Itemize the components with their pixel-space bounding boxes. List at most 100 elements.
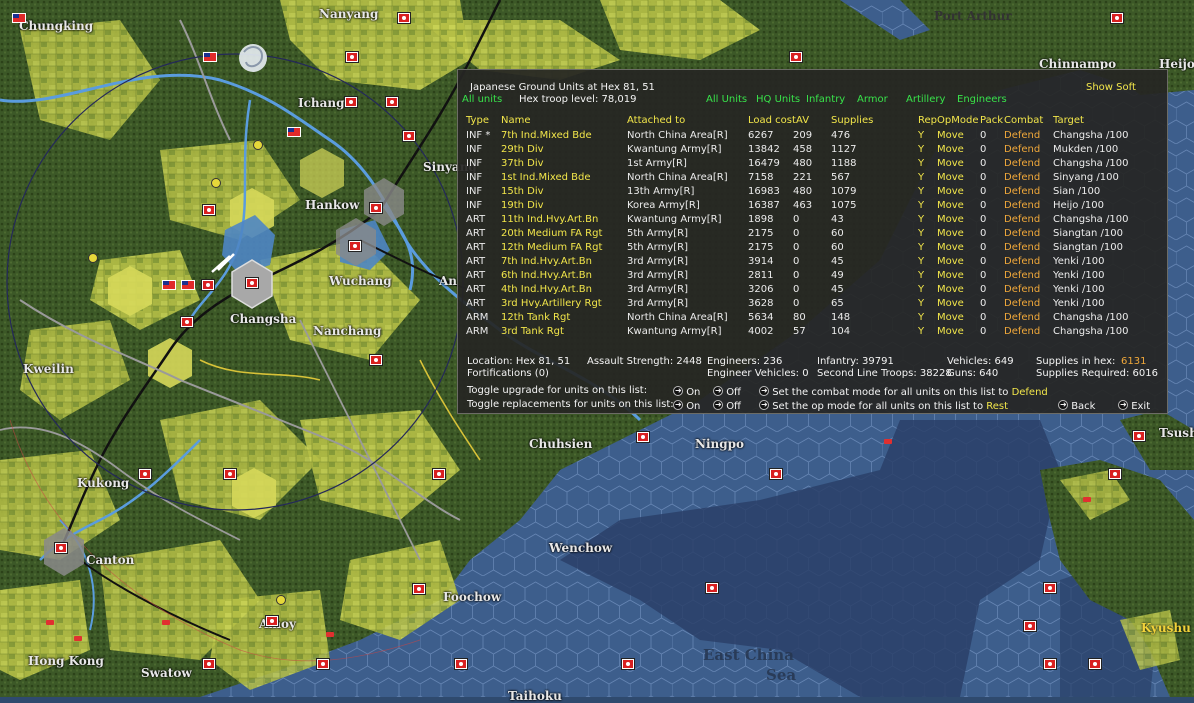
japanese-unit-flag[interactable]	[386, 97, 398, 107]
unit-opmode[interactable]: Move	[937, 227, 964, 241]
unit-row[interactable]: ART 3rd Hvy.Artillery Rgt 3rd Army[R] 3628 0…	[458, 297, 1158, 311]
japanese-unit-flag[interactable]	[403, 131, 415, 141]
unit-row[interactable]: INF 15th Div 13th Army[R] 16983 480 1079 Y Move…	[458, 185, 1158, 199]
japanese-unit-flag[interactable]	[139, 469, 151, 479]
header-type[interactable]: Type	[466, 114, 489, 128]
japanese-unit-flag[interactable]	[455, 659, 467, 669]
header-rep[interactable]: Rep	[918, 114, 937, 128]
unit-rep-toggle[interactable]: Y	[918, 199, 924, 213]
unit-name[interactable]: 7th Ind.Hvy.Art.Bn	[501, 255, 592, 269]
unit-opmode[interactable]: Move	[937, 171, 964, 185]
japanese-unit-flag[interactable]	[345, 97, 357, 107]
unit-name[interactable]: 12th Tank Rgt	[501, 311, 570, 325]
ship-marker[interactable]	[1083, 497, 1091, 502]
unit-name[interactable]: 7th Ind.Mixed Bde	[501, 129, 592, 143]
japanese-unit-flag[interactable]	[1109, 469, 1121, 479]
unit-row[interactable]: INF 1st Ind.Mixed Bde North China Area[R] 7…	[458, 171, 1158, 185]
unit-rep-toggle[interactable]: Y	[918, 213, 924, 227]
header-av[interactable]: AV	[796, 114, 809, 128]
japanese-unit-flag[interactable]	[1044, 583, 1056, 593]
ship-marker[interactable]	[326, 632, 334, 637]
header-target[interactable]: Target	[1053, 114, 1084, 128]
unit-name[interactable]: 1st Ind.Mixed Bde	[501, 171, 591, 185]
unit-name[interactable]: 3rd Tank Rgt	[501, 325, 564, 339]
unit-opmode[interactable]: Move	[937, 199, 964, 213]
unit-opmode[interactable]: Move	[937, 213, 964, 227]
op-mode-value[interactable]: Rest	[986, 401, 1008, 412]
upgrade-on-button[interactable]: On	[673, 385, 700, 399]
unit-rep-toggle[interactable]: Y	[918, 255, 924, 269]
unit-combat[interactable]: Defend	[1004, 213, 1040, 227]
japanese-unit-flag[interactable]	[1024, 621, 1036, 631]
unit-combat[interactable]: Defend	[1004, 241, 1040, 255]
japanese-unit-flag[interactable]	[317, 659, 329, 669]
japanese-unit-flag[interactable]	[770, 469, 782, 479]
unit-row[interactable]: ARM 12th Tank Rgt North China Area[R] 5634 8…	[458, 311, 1158, 325]
replacements-on-button[interactable]: On	[673, 399, 700, 413]
unit-combat[interactable]: Defend	[1004, 297, 1040, 311]
japanese-unit-flag[interactable]	[398, 13, 410, 23]
unit-rep-toggle[interactable]: Y	[918, 171, 924, 185]
combat-mode-value[interactable]: Defend	[1012, 387, 1048, 398]
unit-opmode[interactable]: Move	[937, 311, 964, 325]
filter-armor[interactable]: Armor	[857, 94, 888, 106]
back-button[interactable]: Back	[1058, 399, 1095, 413]
japanese-unit-flag[interactable]	[246, 278, 258, 288]
japanese-unit-flag[interactable]	[203, 659, 215, 669]
chinese-unit-flag[interactable]	[12, 13, 26, 23]
header-opmode[interactable]: OpMode	[937, 114, 978, 128]
unit-row[interactable]: ART 12th Medium FA Rgt 5th Army[R] 2175 0 60 Y…	[458, 241, 1158, 255]
chinese-unit-flag[interactable]	[287, 127, 301, 137]
unit-row[interactable]: ARM 3rd Tank Rgt Kwantung Army[R] 4002 57 104…	[458, 325, 1158, 339]
unit-opmode[interactable]: Move	[937, 185, 964, 199]
japanese-unit-flag[interactable]	[1111, 13, 1123, 23]
japanese-unit-flag[interactable]	[181, 317, 193, 327]
japanese-unit-flag[interactable]	[433, 469, 445, 479]
unit-combat[interactable]: Defend	[1004, 325, 1040, 339]
japanese-unit-flag[interactable]	[1089, 659, 1101, 669]
filter-hq-units[interactable]: HQ Units	[756, 94, 800, 106]
unit-combat[interactable]: Defend	[1004, 185, 1040, 199]
japanese-unit-flag[interactable]	[706, 583, 718, 593]
header-attached[interactable]: Attached to	[627, 114, 685, 128]
unit-rep-toggle[interactable]: Y	[918, 157, 924, 171]
filter-all-units[interactable]: All Units	[706, 94, 747, 106]
unit-rep-toggle[interactable]: Y	[918, 129, 924, 143]
unit-combat[interactable]: Defend	[1004, 283, 1040, 297]
japanese-unit-flag[interactable]	[203, 205, 215, 215]
ship-marker[interactable]	[162, 620, 170, 625]
unit-name[interactable]: 12th Medium FA Rgt	[501, 241, 602, 255]
unit-combat[interactable]: Defend	[1004, 255, 1040, 269]
unit-rep-toggle[interactable]: Y	[918, 311, 924, 325]
chinese-unit-flag[interactable]	[181, 280, 195, 290]
unit-row[interactable]: ART 20th Medium FA Rgt 5th Army[R] 2175 0 60 Y…	[458, 227, 1158, 241]
unit-opmode[interactable]: Move	[937, 241, 964, 255]
unit-combat[interactable]: Defend	[1004, 143, 1040, 157]
unit-combat[interactable]: Defend	[1004, 227, 1040, 241]
unit-row[interactable]: ART 4th Ind.Hvy.Art.Bn 3rd Army[R] 3206 0 45 Y…	[458, 283, 1158, 297]
unit-row[interactable]: INF * 7th Ind.Mixed Bde North China Area[R…	[458, 129, 1158, 143]
unit-name[interactable]: 11th Ind.Hvy.Art.Bn	[501, 213, 598, 227]
unit-name[interactable]: 29th Div	[501, 143, 544, 157]
japanese-unit-flag[interactable]	[413, 584, 425, 594]
japanese-unit-flag[interactable]	[370, 203, 382, 213]
japanese-unit-flag[interactable]	[55, 543, 67, 553]
unit-combat[interactable]: Defend	[1004, 199, 1040, 213]
unit-opmode[interactable]: Move	[937, 255, 964, 269]
japanese-unit-flag[interactable]	[346, 52, 358, 62]
replacements-off-button[interactable]: Off	[713, 399, 741, 413]
unit-name[interactable]: 4th Ind.Hvy.Art.Bn	[501, 283, 592, 297]
all-units-toggle[interactable]: All units	[462, 94, 502, 106]
ship-marker[interactable]	[74, 636, 82, 641]
unit-row[interactable]: ART 7th Ind.Hvy.Art.Bn 3rd Army[R] 3914 0 45 Y…	[458, 255, 1158, 269]
header-loadcost[interactable]: Load cost	[748, 114, 796, 128]
japanese-unit-flag[interactable]	[790, 52, 802, 62]
japanese-unit-flag[interactable]	[224, 469, 236, 479]
filter-engineers[interactable]: Engineers	[957, 94, 1007, 106]
unit-opmode[interactable]: Move	[937, 129, 964, 143]
unit-opmode[interactable]: Move	[937, 143, 964, 157]
unit-combat[interactable]: Defend	[1004, 129, 1040, 143]
unit-rep-toggle[interactable]: Y	[918, 297, 924, 311]
ship-marker[interactable]	[46, 620, 54, 625]
unit-opmode[interactable]: Move	[937, 297, 964, 311]
